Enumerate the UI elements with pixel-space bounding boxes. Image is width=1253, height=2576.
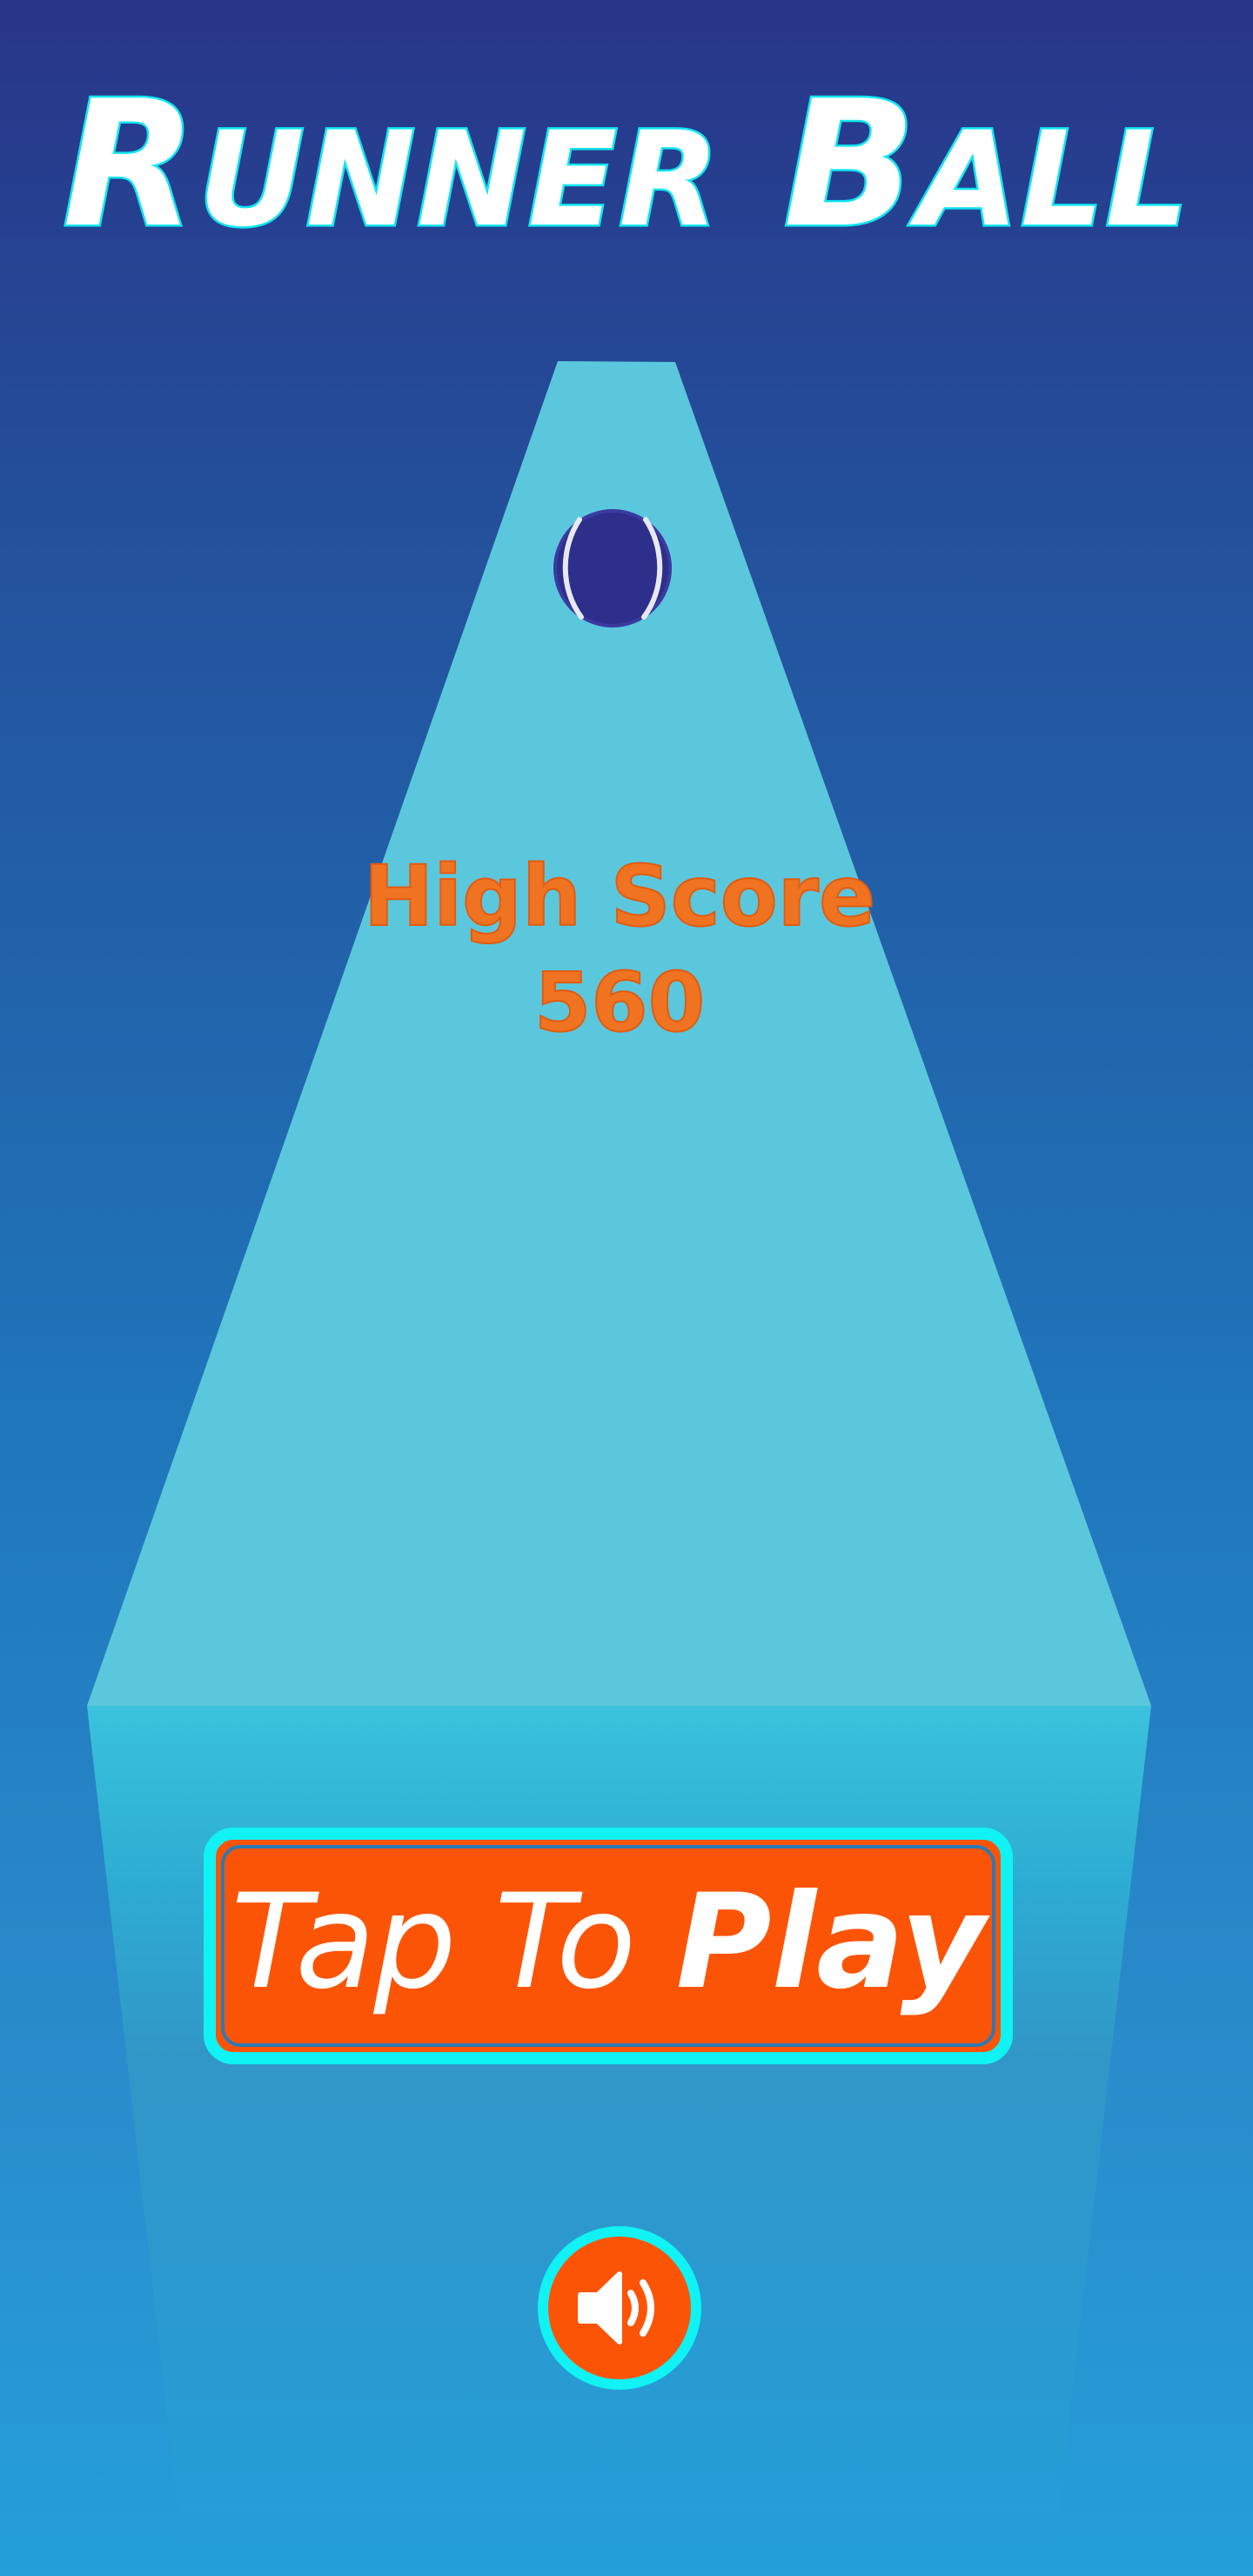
sound-toggle-button[interactable] bbox=[538, 2226, 701, 2390]
game-screen[interactable]: RUNNER BALL High Score 560 Tap To Play bbox=[0, 0, 1253, 2576]
ball-icon bbox=[553, 509, 672, 627]
play-button-label-light: Tap To bbox=[231, 1867, 637, 2018]
play-button-label: Tap To Play bbox=[231, 1873, 986, 2012]
game-title: RUNNER BALL bbox=[60, 64, 1191, 266]
high-score-label: High Score bbox=[363, 848, 876, 945]
tap-to-play-button[interactable]: Tap To Play bbox=[204, 1828, 1013, 2064]
play-button-label-bold: Play bbox=[675, 1867, 986, 2018]
high-score-value: 560 bbox=[533, 955, 706, 1051]
speaker-volume-icon bbox=[578, 2271, 654, 2345]
runner-track bbox=[87, 361, 1151, 2576]
